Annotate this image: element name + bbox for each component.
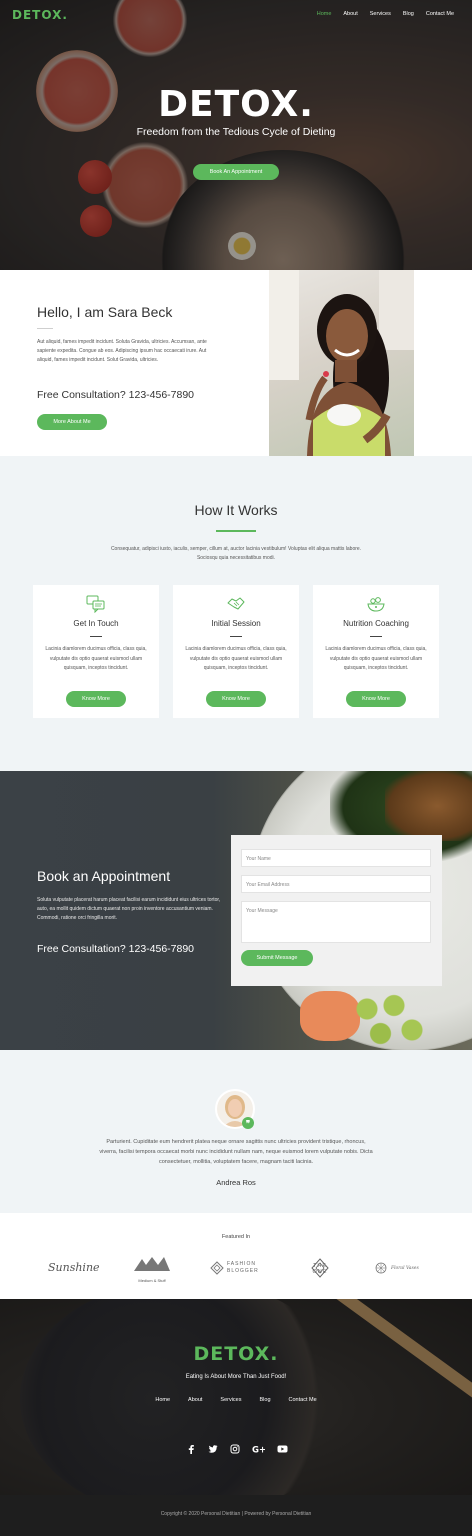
footer-logo[interactable]: DETOX. — [0, 1343, 472, 1365]
svg-text:G+: G+ — [252, 1446, 265, 1455]
card-divider — [90, 636, 102, 637]
youtube-icon[interactable] — [277, 1441, 287, 1453]
footer-tagline: Eating Is About More Than Just Food! — [185, 1374, 287, 1380]
book-consultation: Free Consultation? 123-456-7890 — [37, 943, 195, 955]
instagram-icon[interactable] — [230, 1441, 240, 1454]
message-field[interactable]: Your Message — [241, 901, 431, 943]
logo-floral-vases: Floral Vases — [374, 1253, 430, 1283]
card-nutrition-coaching: Nutrition Coaching Lacinia diamlorem duc… — [313, 585, 439, 718]
featured-in-section: Featured In Sunshine Medium & Stuff FASH… — [0, 1213, 472, 1299]
card-divider — [230, 636, 242, 637]
about-divider — [37, 328, 53, 329]
card-title: Nutrition Coaching — [343, 619, 409, 628]
book-appointment-section: Book an Appointment Soluta vulputate pla… — [0, 771, 472, 1050]
google-plus-icon[interactable]: G+ — [252, 1441, 266, 1456]
card-title: Get In Touch — [73, 619, 119, 628]
logo-fashion-blogger-text: FASHION BLOGGER — [227, 1261, 259, 1274]
testimonial-author: Andrea Ros — [216, 1178, 256, 1187]
know-more-button[interactable]: Know More — [66, 691, 126, 707]
woman-eating-illustration — [269, 270, 414, 456]
know-more-button[interactable]: Know More — [346, 691, 406, 707]
nav-link-contact[interactable]: Contact Me — [426, 11, 454, 17]
twitter-icon[interactable] — [208, 1441, 218, 1453]
hero-subtitle: Freedom from the Tedious Cycle of Dietin… — [136, 126, 336, 138]
copyright-text: Copyright © 2020 Personal Dietitian | Po… — [160, 1511, 312, 1517]
card-text: Lacinia diamlorem ducimus officia, class… — [325, 646, 427, 671]
nav-links: Home About Services Blog Contact Me — [317, 11, 454, 17]
card-divider — [370, 636, 382, 637]
logo-medium-stuff-text: Medium & Stuff — [138, 1278, 166, 1283]
footer-section: DETOX. Eating Is About More Than Just Fo… — [0, 1299, 472, 1495]
card-initial-session: Initial Session Lacinia diamlorem ducimu… — [173, 585, 299, 718]
card-get-in-touch: Get In Touch Lacinia diamlorem ducimus o… — [33, 585, 159, 718]
nav-link-about[interactable]: About — [343, 11, 357, 17]
submit-message-button[interactable]: Submit Message — [241, 950, 313, 966]
floral-mark — [375, 1262, 387, 1274]
chat-icon — [86, 595, 105, 613]
name-field[interactable]: Your Name — [241, 849, 431, 867]
quote-icon: ❞ — [242, 1117, 254, 1129]
hero-title: DETOX. — [158, 84, 314, 125]
about-text: Aut aliquid, fames impedit incidunt. Sol… — [37, 339, 207, 363]
email-field[interactable]: Your Email Address — [241, 875, 431, 893]
facebook-icon[interactable] — [186, 1441, 196, 1454]
nav-link-home[interactable]: Home — [317, 11, 332, 17]
more-about-me-button[interactable]: More About Me — [37, 414, 107, 430]
footer-link-blog[interactable]: Blog — [260, 1397, 271, 1403]
featured-label: Featured In — [221, 1234, 251, 1240]
handshake-icon — [227, 597, 245, 610]
about-consultation: Free Consultation? 123-456-7890 — [37, 389, 195, 401]
book-appointment-button[interactable]: Book An Appointment — [193, 164, 279, 180]
footer-links: Home About Services Blog Contact Me — [0, 1397, 472, 1403]
footer-link-services[interactable]: Services — [220, 1397, 241, 1403]
footer-link-contact[interactable]: Contact Me — [289, 1397, 317, 1403]
footer-link-home[interactable]: Home — [155, 1397, 170, 1403]
nav-logo[interactable]: DETOX. — [12, 8, 68, 22]
grapes-decor — [340, 981, 430, 1050]
copyright-bar: Copyright © 2020 Personal Dietitian | Po… — [0, 1495, 472, 1536]
logo-floral-vases-text: Floral Vases — [391, 1265, 419, 1271]
how-heading: How It Works — [194, 502, 278, 518]
how-it-works-section: How It Works Consequatur, adipisci iusto… — [0, 456, 472, 771]
about-heading: Hello, I am Sara Beck — [37, 304, 173, 320]
logo-medium-stuff: Medium & Stuff — [130, 1253, 178, 1283]
footer-link-about[interactable]: About — [188, 1397, 202, 1403]
hero-section: DETOX. Home About Services Blog Contact … — [0, 0, 472, 270]
logo-sunshine: Sunshine — [48, 1253, 100, 1283]
card-title: Initial Session — [211, 619, 261, 628]
chicken-decor — [385, 771, 472, 841]
logo-the-one-text: THE ONE — [312, 1263, 328, 1275]
testimonial-quote: Parturient. Cupiditate eum hendrerit pla… — [99, 1139, 373, 1165]
top-navigation: DETOX. Home About Services Blog Contact … — [0, 0, 472, 30]
how-intro: Consequatur, adipisci iusto, iaculis, se… — [110, 546, 362, 561]
nav-link-blog[interactable]: Blog — [403, 11, 414, 17]
sara-beck-photo — [269, 270, 414, 456]
logo-sunshine-text: Sunshine — [48, 1261, 100, 1274]
salad-bowl-icon — [367, 597, 385, 612]
card-text: Lacinia diamlorem ducimus officia, class… — [45, 646, 147, 671]
appointment-form: Your Name Your Email Address Your Messag… — [231, 835, 442, 986]
testimonial-section: ❞ Parturient. Cupiditate eum hendrerit p… — [0, 1050, 472, 1213]
fashion-blogger-mark — [210, 1261, 224, 1275]
card-text: Lacinia diamlorem ducimus officia, class… — [185, 646, 287, 671]
logo-the-one: THE ONE — [292, 1253, 348, 1283]
know-more-button[interactable]: Know More — [206, 691, 266, 707]
social-links: G+ — [0, 1441, 472, 1456]
nav-link-services[interactable]: Services — [370, 11, 391, 17]
book-text: Soluta vulputate placerat harum placeat … — [37, 897, 221, 921]
medium-stuff-mark — [134, 1257, 170, 1271]
book-heading: Book an Appointment — [37, 868, 171, 884]
logo-fashion-blogger: FASHION BLOGGER — [210, 1253, 266, 1283]
how-divider — [216, 530, 256, 532]
